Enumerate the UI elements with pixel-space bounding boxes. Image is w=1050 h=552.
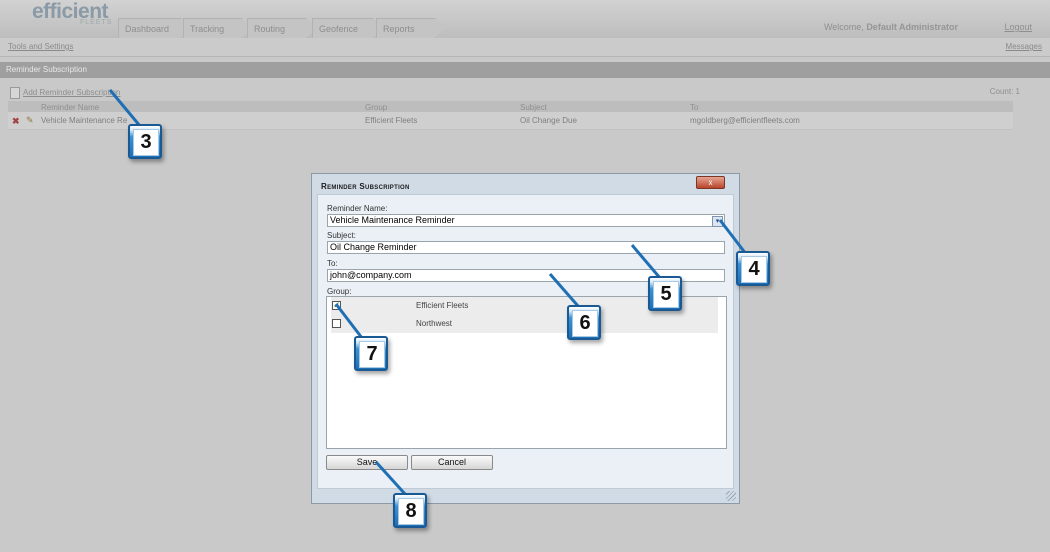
column-header-reminder-name[interactable]: Reminder Name xyxy=(41,103,99,112)
group-name: Efficient Fleets xyxy=(416,301,469,310)
add-link-label: Add Reminder Subscription xyxy=(23,88,121,98)
reminder-name-dropdown[interactable]: Vehicle Maintenance Reminder ▾ xyxy=(327,214,725,227)
group-name: Northwest xyxy=(416,319,453,328)
group-checkbox-northwest[interactable] xyxy=(332,319,341,328)
section-header: Reminder Subscription xyxy=(0,62,1050,78)
to-label: To: xyxy=(327,259,338,268)
logout-link[interactable]: Logout xyxy=(1004,22,1032,32)
dialog-title: Reminder Subscription xyxy=(321,182,410,191)
tab-reports[interactable]: Reports xyxy=(376,18,445,38)
column-header-to[interactable]: To xyxy=(690,103,698,112)
tab-routing[interactable]: Routing xyxy=(247,18,316,38)
subject-input[interactable]: Oil Change Reminder xyxy=(327,241,725,254)
tools-and-settings-link[interactable]: Tools and Settings xyxy=(8,42,73,51)
sub-navigation-bar xyxy=(0,38,1050,57)
column-header-subject[interactable]: Subject xyxy=(520,103,547,112)
save-button[interactable]: Save xyxy=(326,455,408,470)
cell-group: Efficient Fleets xyxy=(365,116,418,125)
table-header: Reminder Name Group Subject To xyxy=(8,101,1013,112)
record-count: Count: 1 xyxy=(989,87,1020,96)
group-checkbox-efficient-fleets[interactable]: ✓ xyxy=(332,301,341,310)
column-header-group[interactable]: Group xyxy=(365,103,387,112)
cell-to: mgoldberg@efficientfleets.com xyxy=(690,116,800,125)
section-title: Reminder Subscription xyxy=(6,65,87,74)
callout-badge-8: 8 xyxy=(393,493,427,528)
callout-badge-4: 4 xyxy=(736,251,770,286)
efficient-fleets-logo[interactable]: efficient FLEETS xyxy=(18,0,111,36)
messages-link[interactable]: Messages xyxy=(1006,42,1042,51)
group-row-northwest[interactable]: Northwest xyxy=(331,315,718,333)
welcome-message: Welcome, Default Administrator xyxy=(824,22,958,32)
reminder-name-value: Vehicle Maintenance Reminder xyxy=(330,215,455,225)
callout-badge-7: 7 xyxy=(354,336,388,371)
callout-badge-3: 3 xyxy=(128,124,162,159)
reminder-name-label: Reminder Name: xyxy=(327,204,388,213)
subject-label: Subject: xyxy=(327,231,356,240)
resize-grip-icon[interactable] xyxy=(726,491,736,501)
cancel-button[interactable]: Cancel xyxy=(411,455,493,470)
cell-subject: Oil Change Due xyxy=(520,116,577,125)
delete-icon[interactable]: ✖ xyxy=(12,117,20,126)
tab-geofence[interactable]: Geofence xyxy=(312,18,383,38)
close-button[interactable]: x xyxy=(696,176,725,189)
chevron-down-icon[interactable]: ▾ xyxy=(712,216,723,227)
callout-badge-5: 5 xyxy=(648,276,682,311)
group-label: Group: xyxy=(327,287,352,296)
user-name: Default Administrator xyxy=(866,22,958,32)
edit-pencil-icon[interactable]: ✎ xyxy=(26,116,34,125)
callout-badge-6: 6 xyxy=(567,305,601,340)
document-icon xyxy=(10,87,20,99)
welcome-prefix: Welcome, xyxy=(823,22,864,32)
tab-dashboard[interactable]: Dashboard xyxy=(118,18,191,38)
add-reminder-subscription-link[interactable]: Add Reminder Subscription xyxy=(10,87,120,99)
group-list: ✓ Efficient Fleets Northwest xyxy=(326,296,727,449)
tab-tracking[interactable]: Tracking xyxy=(183,18,252,38)
logo-subtext: FLEETS xyxy=(80,19,113,26)
cell-reminder-name: Vehicle Maintenance Re xyxy=(41,116,128,125)
